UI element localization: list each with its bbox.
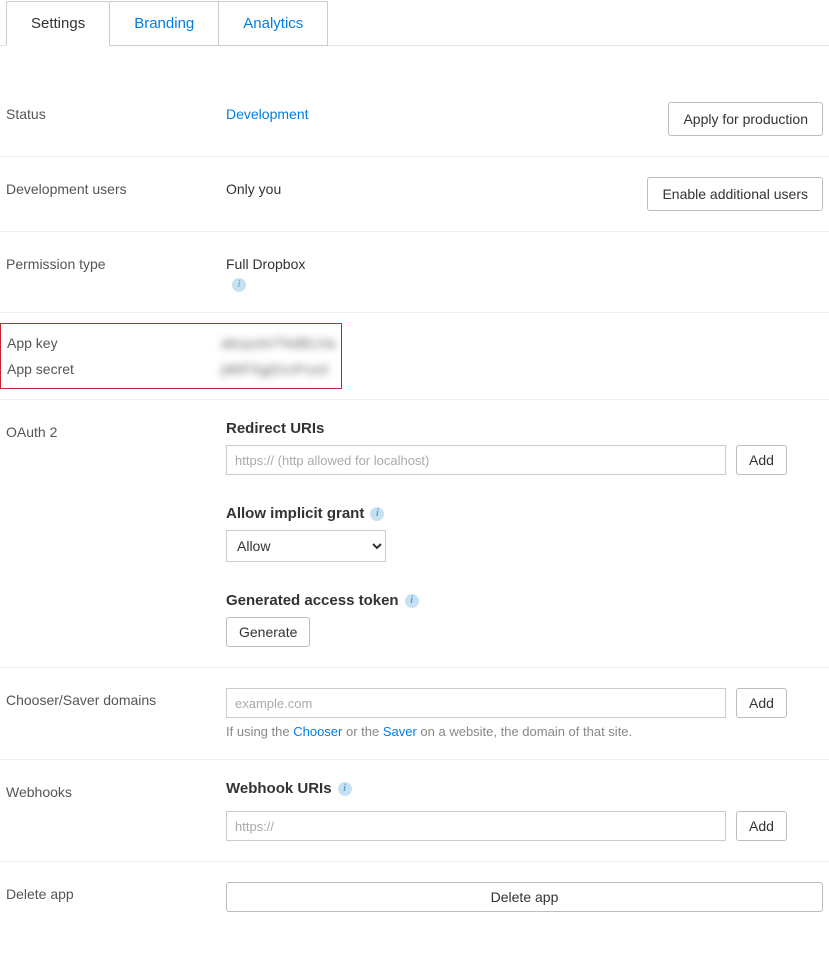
delete-label: Delete app xyxy=(6,882,226,912)
row-oauth: OAuth 2 Redirect URIs Add Allow implicit… xyxy=(0,400,829,668)
chooser-domain-input[interactable] xyxy=(226,688,726,718)
webhook-heading: Webhook URIs xyxy=(226,780,823,797)
chooser-add-button[interactable]: Add xyxy=(736,688,787,718)
webhook-add-button[interactable]: Add xyxy=(736,811,787,841)
tab-settings[interactable]: Settings xyxy=(6,1,110,46)
saver-link[interactable]: Saver xyxy=(383,724,417,739)
implicit-select[interactable]: Allow xyxy=(226,530,386,562)
tabs: Settings Branding Analytics xyxy=(0,0,829,46)
enable-users-button[interactable]: Enable additional users xyxy=(647,177,823,211)
chooser-hint: If using the Chooser or the Saver on a w… xyxy=(226,724,823,739)
row-devusers: Development users Only you Enable additi… xyxy=(0,157,829,232)
appsecret-value: jdklFSgjGcnFuxd xyxy=(221,361,328,377)
permission-label: Permission type xyxy=(6,252,226,292)
webhook-uri-input[interactable] xyxy=(226,811,726,841)
redirect-add-button[interactable]: Add xyxy=(736,445,787,475)
redirect-uris-heading: Redirect URIs xyxy=(226,420,823,437)
generate-token-button[interactable]: Generate xyxy=(226,617,310,647)
chooser-link[interactable]: Chooser xyxy=(293,724,342,739)
info-icon[interactable] xyxy=(370,507,384,521)
info-icon[interactable] xyxy=(405,594,419,608)
appkey-value: abcjushrTNdBLHa xyxy=(221,335,335,351)
info-icon[interactable] xyxy=(338,782,352,796)
permission-value: Full Dropbox xyxy=(226,252,823,292)
implicit-heading: Allow implicit grant xyxy=(226,505,823,522)
tab-branding[interactable]: Branding xyxy=(110,1,219,46)
devusers-label: Development users xyxy=(6,177,226,211)
row-webhooks: Webhooks Webhook URIs Add xyxy=(0,760,829,862)
apply-production-button[interactable]: Apply for production xyxy=(668,102,823,136)
redirect-uri-input[interactable] xyxy=(226,445,726,475)
tab-analytics[interactable]: Analytics xyxy=(219,1,328,46)
chooser-label: Chooser/Saver domains xyxy=(6,688,226,739)
keys-highlight: App key abcjushrTNdBLHa App secret jdklF… xyxy=(0,323,342,389)
oauth-label: OAuth 2 xyxy=(6,420,226,647)
row-permission: Permission type Full Dropbox xyxy=(0,232,829,313)
appkey-label: App key xyxy=(1,335,221,351)
status-value[interactable]: Development xyxy=(226,102,656,136)
row-status: Status Development Apply for production xyxy=(0,46,829,157)
row-delete: Delete app Delete app xyxy=(0,862,829,932)
token-heading: Generated access token xyxy=(226,592,823,609)
row-keys: App key abcjushrTNdBLHa App secret jdklF… xyxy=(0,313,829,400)
status-label: Status xyxy=(6,102,226,136)
info-icon[interactable] xyxy=(232,278,246,292)
webhooks-label: Webhooks xyxy=(6,780,226,841)
row-chooser: Chooser/Saver domains Add If using the C… xyxy=(0,668,829,760)
devusers-value: Only you xyxy=(226,177,635,211)
delete-app-button[interactable]: Delete app xyxy=(226,882,823,912)
appsecret-label: App secret xyxy=(1,361,221,377)
